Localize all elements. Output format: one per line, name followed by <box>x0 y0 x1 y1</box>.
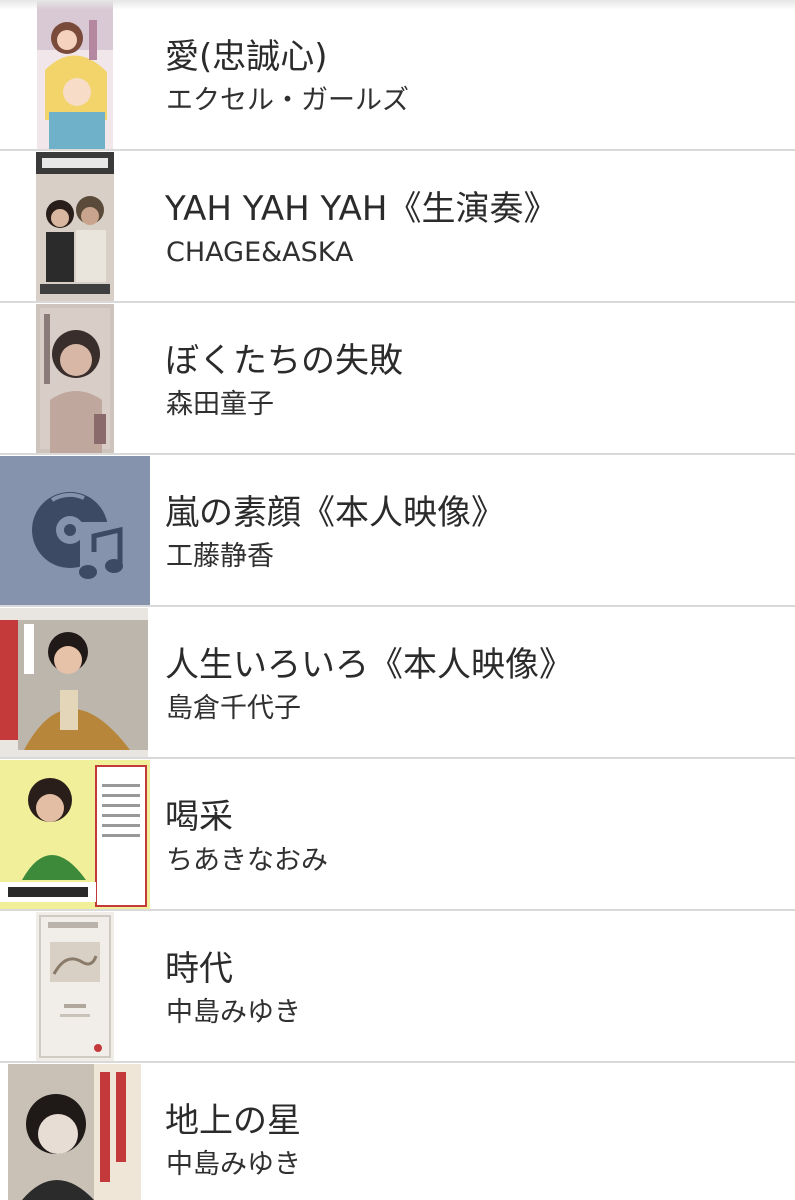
artist-name: エクセル・ガールズ <box>166 85 409 116</box>
placeholder-thumbnail <box>0 456 150 605</box>
song-title: 喝采 <box>165 797 233 837</box>
song-row[interactable]: 時代 中島みゆき <box>0 912 795 1063</box>
artist-name: 中島みゆき <box>166 1149 301 1180</box>
song-title: 嵐の素顔《本人映像》 <box>165 493 505 533</box>
album-thumbnail <box>36 152 114 301</box>
artist-name: 島倉千代子 <box>166 693 301 724</box>
song-row[interactable]: 人生いろいろ《本人映像》 島倉千代子 <box>0 608 795 759</box>
album-thumbnail <box>36 304 114 453</box>
artist-name: 中島みゆき <box>166 997 301 1028</box>
song-row[interactable]: YAH YAH YAH《生演奏》 CHAGE&ASKA <box>0 152 795 303</box>
artist-name: ちあきなおみ <box>166 845 328 876</box>
top-shadow <box>0 0 795 10</box>
song-title: ぼくたちの失敗 <box>165 341 403 381</box>
album-thumbnail <box>0 760 150 909</box>
artist-name: 工藤静香 <box>166 541 274 572</box>
album-thumbnail <box>0 608 148 757</box>
music-disc-icon <box>32 492 128 582</box>
song-row[interactable]: 愛(忠誠心) エクセル・ガールズ <box>0 0 795 151</box>
song-title: YAH YAH YAH《生演奏》 <box>165 189 558 229</box>
artist-name: 森田童子 <box>166 389 274 420</box>
song-row[interactable]: 嵐の素顔《本人映像》 工藤静香 <box>0 456 795 607</box>
song-title: 時代 <box>165 949 233 989</box>
song-title: 人生いろいろ《本人映像》 <box>165 645 573 685</box>
song-title: 愛(忠誠心) <box>165 37 328 77</box>
song-title: 地上の星 <box>165 1101 301 1141</box>
song-row[interactable]: 地上の星 中島みゆき <box>0 1064 795 1200</box>
album-thumbnail <box>36 912 114 1061</box>
song-row[interactable]: ぼくたちの失敗 森田童子 <box>0 304 795 455</box>
artist-name: CHAGE&ASKA <box>166 237 354 268</box>
song-row[interactable]: 喝采 ちあきなおみ <box>0 760 795 911</box>
album-thumbnail <box>8 1064 141 1200</box>
album-thumbnail <box>37 0 113 149</box>
